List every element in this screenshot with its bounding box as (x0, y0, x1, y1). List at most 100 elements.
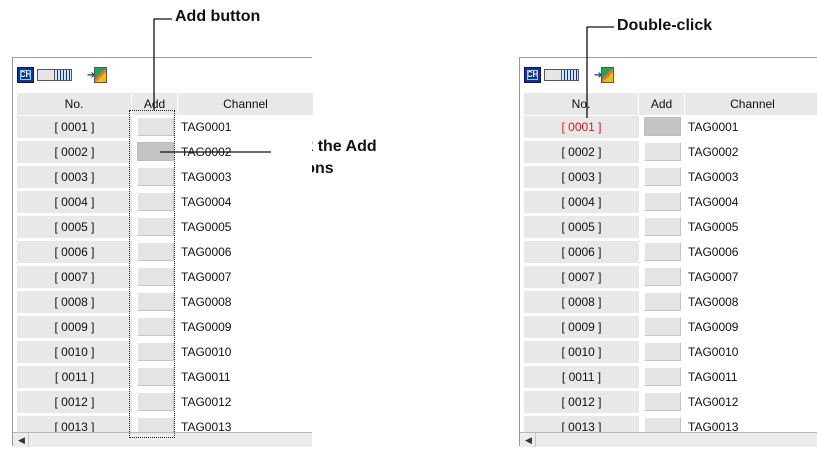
tag-mode-icon[interactable] (37, 67, 73, 83)
row-number-cell[interactable]: [ 0009 ] (524, 316, 639, 338)
add-button[interactable] (644, 292, 681, 311)
table-row[interactable]: [ 0001 ] TAG0001 (520, 115, 817, 140)
table-row[interactable]: [ 0008 ] TAG0008 (13, 290, 312, 315)
row-number-cell[interactable]: [ 0002 ] (524, 141, 639, 163)
table-row[interactable]: [ 0007 ] TAG0007 (520, 265, 817, 290)
add-button[interactable] (644, 192, 681, 211)
tag-mode-icon[interactable] (544, 67, 580, 83)
row-number-cell[interactable]: [ 0005 ] (524, 216, 639, 238)
row-number-cell[interactable]: [ 0009 ] (17, 316, 132, 338)
column-header-add[interactable]: Add (639, 93, 685, 115)
add-button[interactable] (137, 192, 174, 211)
table-row[interactable]: [ 0005 ] TAG0005 (520, 215, 817, 240)
add-button[interactable] (137, 217, 174, 236)
horizontal-scrollbar[interactable]: ◀ (520, 432, 817, 447)
row-number-cell[interactable]: [ 0010 ] (524, 341, 639, 363)
row-number-cell[interactable]: [ 0008 ] (524, 291, 639, 313)
add-to-trend-icon[interactable]: ➔ (594, 67, 614, 83)
column-header-no[interactable]: No. (17, 93, 132, 115)
row-number-cell[interactable]: [ 0011 ] (524, 366, 639, 388)
table-row[interactable]: [ 0007 ] TAG0007 (13, 265, 312, 290)
table-row[interactable]: [ 0012 ] TAG0012 (520, 390, 817, 415)
add-button[interactable] (644, 167, 681, 186)
table-row[interactable]: [ 0010 ] TAG0010 (13, 340, 312, 365)
row-number-cell[interactable]: [ 0010 ] (17, 341, 132, 363)
add-button[interactable] (137, 142, 174, 161)
add-button[interactable] (137, 242, 174, 261)
channel-name-cell: TAG0006 (181, 245, 232, 259)
column-header-add[interactable]: Add (132, 93, 178, 115)
table-row[interactable]: [ 0010 ] TAG0010 (520, 340, 817, 365)
row-number-cell[interactable]: [ 0003 ] (524, 166, 639, 188)
horizontal-scrollbar[interactable]: ◀ (13, 432, 312, 447)
channel-name-cell: TAG0009 (688, 320, 739, 334)
add-button[interactable] (644, 317, 681, 336)
row-number-cell[interactable]: [ 0012 ] (524, 391, 639, 413)
add-to-trend-icon[interactable]: ➔ (87, 67, 107, 83)
row-number-cell[interactable]: [ 0006 ] (524, 241, 639, 263)
channel-mode-icon[interactable]: CH (17, 67, 34, 83)
row-number-cell[interactable]: [ 0005 ] (17, 216, 132, 238)
column-header-channel[interactable]: Channel (685, 93, 817, 115)
table-row[interactable]: [ 0011 ] TAG0011 (13, 365, 312, 390)
row-number-cell[interactable]: [ 0008 ] (17, 291, 132, 313)
channel-name-cell: TAG0011 (688, 370, 738, 384)
add-button[interactable] (644, 217, 681, 236)
table-row[interactable]: [ 0005 ] TAG0005 (13, 215, 312, 240)
add-button[interactable] (644, 367, 681, 386)
table-row[interactable]: [ 0004 ] TAG0004 (520, 190, 817, 215)
channel-name-cell: TAG0004 (688, 195, 739, 209)
add-button[interactable] (644, 392, 681, 411)
row-number-cell[interactable]: [ 0004 ] (524, 191, 639, 213)
add-button[interactable] (644, 267, 681, 286)
add-button[interactable] (644, 117, 681, 136)
row-number-cell[interactable]: [ 0006 ] (17, 241, 132, 263)
row-number-cell[interactable]: [ 0007 ] (524, 266, 639, 288)
row-number-cell[interactable]: [ 0011 ] (17, 366, 132, 388)
table-row[interactable]: [ 0003 ] TAG0003 (520, 165, 817, 190)
table-row[interactable]: [ 0011 ] TAG0011 (520, 365, 817, 390)
channel-name-cell: TAG0003 (688, 170, 739, 184)
row-number-cell[interactable]: [ 0007 ] (17, 266, 132, 288)
table-row[interactable]: [ 0004 ] TAG0004 (13, 190, 312, 215)
channel-mode-icon[interactable]: CH (524, 67, 541, 83)
scroll-left-arrow-icon[interactable]: ◀ (15, 433, 29, 447)
add-button[interactable] (644, 142, 681, 161)
add-button[interactable] (137, 392, 174, 411)
column-header-channel[interactable]: Channel (178, 93, 313, 115)
toolbar: CH ➔ (520, 58, 817, 93)
row-number-cell[interactable]: [ 0012 ] (17, 391, 132, 413)
table-row[interactable]: [ 0002 ] TAG0002 (520, 140, 817, 165)
grid-header: No. Add Channel (13, 93, 313, 115)
channel-grid-panel-right: CH ➔ No. Add Channel [ 0001 ] TAG0001[ 00… (519, 57, 817, 447)
table-row[interactable]: [ 0001 ] TAG0001 (13, 115, 312, 140)
channel-name-cell: TAG0001 (688, 120, 739, 134)
table-row[interactable]: [ 0002 ] TAG0002 (13, 140, 312, 165)
add-button[interactable] (137, 317, 174, 336)
row-number-cell[interactable]: [ 0004 ] (17, 191, 132, 213)
add-button-callout: Add button (175, 8, 261, 25)
row-number-cell[interactable]: [ 0001 ] (17, 116, 132, 138)
add-button[interactable] (137, 167, 174, 186)
add-button[interactable] (644, 242, 681, 261)
table-row[interactable]: [ 0006 ] TAG0006 (13, 240, 312, 265)
row-number-cell[interactable]: [ 0002 ] (17, 141, 132, 163)
table-row[interactable]: [ 0012 ] TAG0012 (13, 390, 312, 415)
column-header-no[interactable]: No. (524, 93, 639, 115)
add-button[interactable] (137, 267, 174, 286)
add-button[interactable] (137, 342, 174, 361)
scroll-left-arrow-icon[interactable]: ◀ (522, 433, 536, 447)
row-number-cell[interactable]: [ 0003 ] (17, 166, 132, 188)
add-button[interactable] (644, 342, 681, 361)
channel-name-cell: TAG0009 (181, 320, 232, 334)
add-button[interactable] (137, 292, 174, 311)
table-row[interactable]: [ 0009 ] TAG0009 (13, 315, 312, 340)
row-number-cell[interactable]: [ 0001 ] (524, 116, 639, 138)
table-row[interactable]: [ 0009 ] TAG0009 (520, 315, 817, 340)
add-button[interactable] (137, 117, 174, 136)
table-row[interactable]: [ 0008 ] TAG0008 (520, 290, 817, 315)
table-row[interactable]: [ 0006 ] TAG0006 (520, 240, 817, 265)
channel-name-cell: TAG0012 (181, 395, 232, 409)
add-button[interactable] (137, 367, 174, 386)
table-row[interactable]: [ 0003 ] TAG0003 (13, 165, 312, 190)
